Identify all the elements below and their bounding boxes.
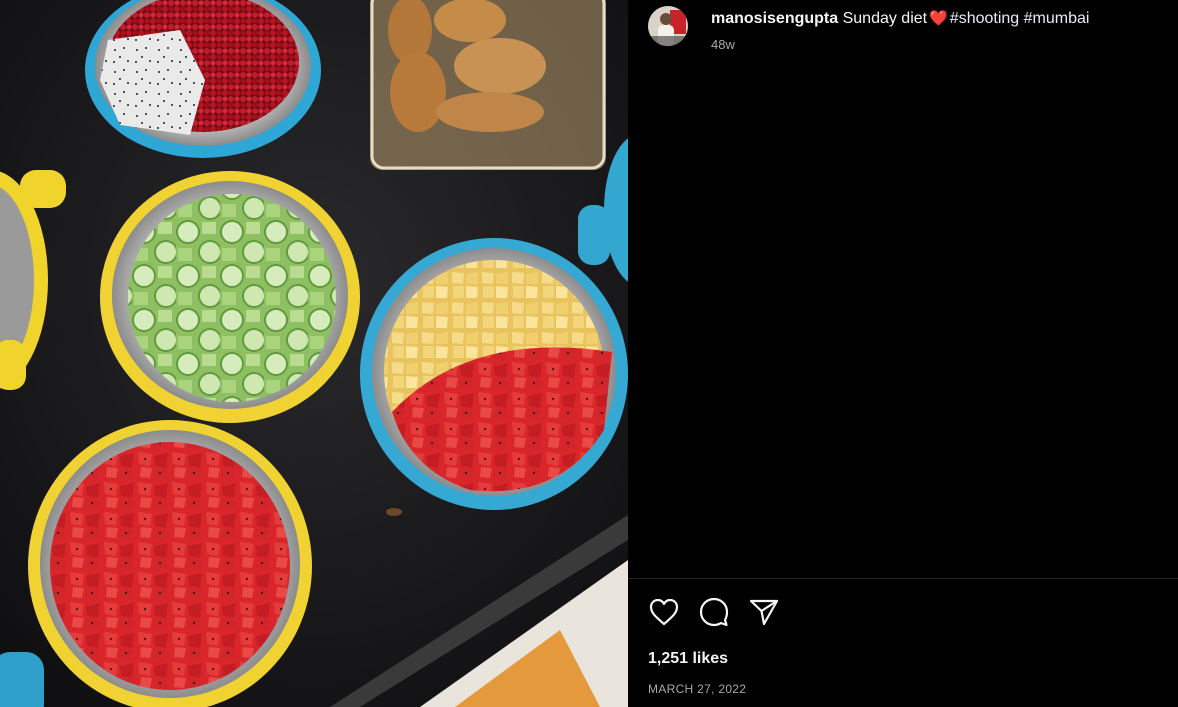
post-container: manosisengupta Sunday diet ❤️ #shooting #m… (0, 0, 1178, 707)
heart-outline-icon (649, 598, 679, 626)
avatar-image (648, 6, 688, 46)
post-side-panel: manosisengupta Sunday diet ❤️ #shooting #m… (628, 0, 1178, 707)
comment-button[interactable] (698, 596, 730, 628)
hashtag-link-shooting[interactable]: #shooting (950, 10, 1019, 27)
caption-text: Sunday diet (842, 10, 928, 27)
post-date: MARCH 27, 2022 (648, 682, 747, 696)
paper-plane-icon (749, 599, 779, 626)
action-bar (648, 596, 798, 628)
red-heart-emoji: ❤️ (929, 10, 948, 27)
comment-bubble-icon (699, 597, 729, 627)
fruit-bowls-photo (0, 0, 628, 707)
like-button[interactable] (648, 596, 680, 628)
likes-count[interactable]: 1,251 likes (648, 650, 728, 668)
caption: manosisengupta Sunday diet ❤️ #shooting #m… (711, 10, 1089, 28)
post-age[interactable]: 48w (711, 37, 1089, 52)
avatar[interactable] (648, 6, 688, 46)
share-button[interactable] (748, 596, 780, 628)
hashtag-link-mumbai[interactable]: #mumbai (1024, 10, 1090, 27)
divider (628, 578, 1178, 579)
post-photo[interactable] (0, 0, 628, 707)
caption-block: manosisengupta Sunday diet ❤️ #shooting #m… (711, 6, 1089, 52)
post-header: manosisengupta Sunday diet ❤️ #shooting #m… (648, 6, 1168, 52)
username-link[interactable]: manosisengupta (711, 10, 838, 27)
